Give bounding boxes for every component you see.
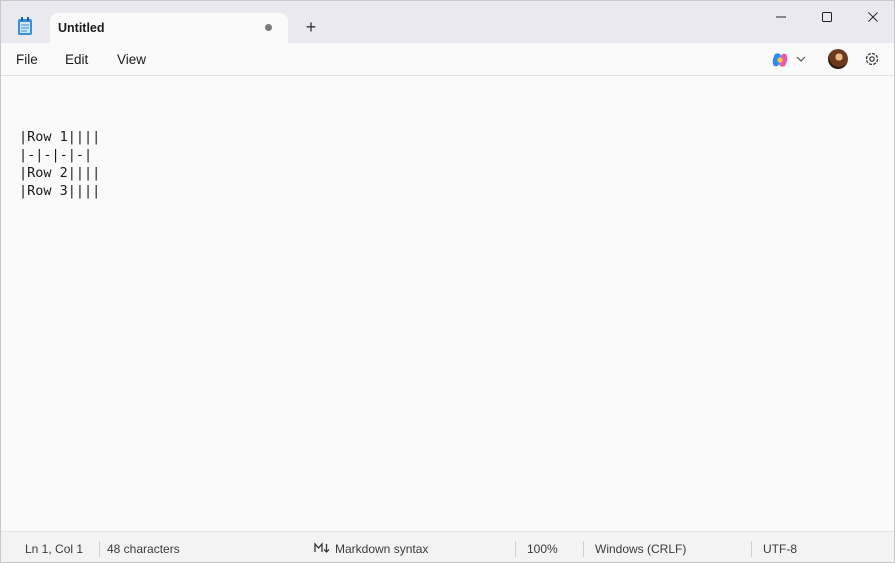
status-bar: Ln 1, Col 1 48 characters Markdown synta… [1, 531, 894, 562]
close-button[interactable] [850, 3, 894, 31]
menu-file[interactable]: File [16, 52, 38, 67]
notepad-app-icon [18, 17, 32, 35]
title-bar: Untitled + [1, 1, 894, 43]
status-divider [515, 541, 516, 557]
new-tab-button[interactable]: + [301, 17, 321, 37]
status-divider [751, 541, 752, 557]
markdown-icon [314, 542, 330, 553]
maximize-icon [822, 12, 832, 22]
menu-view[interactable]: View [117, 52, 146, 67]
notepad-window: Untitled + File Edit View |Row 1|||| |-|… [0, 0, 895, 563]
markdown-syntax-toggle[interactable]: Markdown syntax [335, 542, 428, 556]
chevron-down-icon[interactable] [796, 55, 806, 63]
copilot-icon[interactable] [771, 51, 789, 69]
encoding[interactable]: UTF-8 [763, 542, 797, 556]
gear-icon[interactable] [863, 50, 881, 68]
cursor-position: Ln 1, Col 1 [25, 542, 84, 556]
editor-line[interactable]: |-|-|-|-| [19, 147, 92, 163]
tab-untitled[interactable]: Untitled [50, 13, 288, 43]
maximize-button[interactable] [804, 3, 850, 31]
editor-line[interactable]: |Row 2|||| [19, 165, 100, 181]
line-ending[interactable]: Windows (CRLF) [595, 542, 686, 556]
menu-bar: File Edit View [1, 43, 894, 76]
avatar[interactable] [828, 49, 848, 69]
minimize-icon [776, 16, 786, 18]
minimize-button[interactable] [758, 3, 804, 31]
tab-title: Untitled [58, 21, 105, 35]
zoom-level[interactable]: 100% [527, 542, 558, 556]
menu-edit[interactable]: Edit [65, 52, 88, 67]
text-editor[interactable]: |Row 1|||| |-|-|-|-| |Row 2|||| |Row 3||… [1, 77, 894, 531]
editor-line[interactable]: |Row 1|||| [19, 129, 100, 145]
editor-line[interactable]: |Row 3|||| [19, 183, 100, 199]
status-divider [583, 541, 584, 557]
status-divider [99, 541, 100, 557]
character-count: 48 characters [107, 542, 180, 556]
unsaved-dot-icon[interactable] [265, 24, 272, 31]
close-icon [868, 12, 878, 22]
